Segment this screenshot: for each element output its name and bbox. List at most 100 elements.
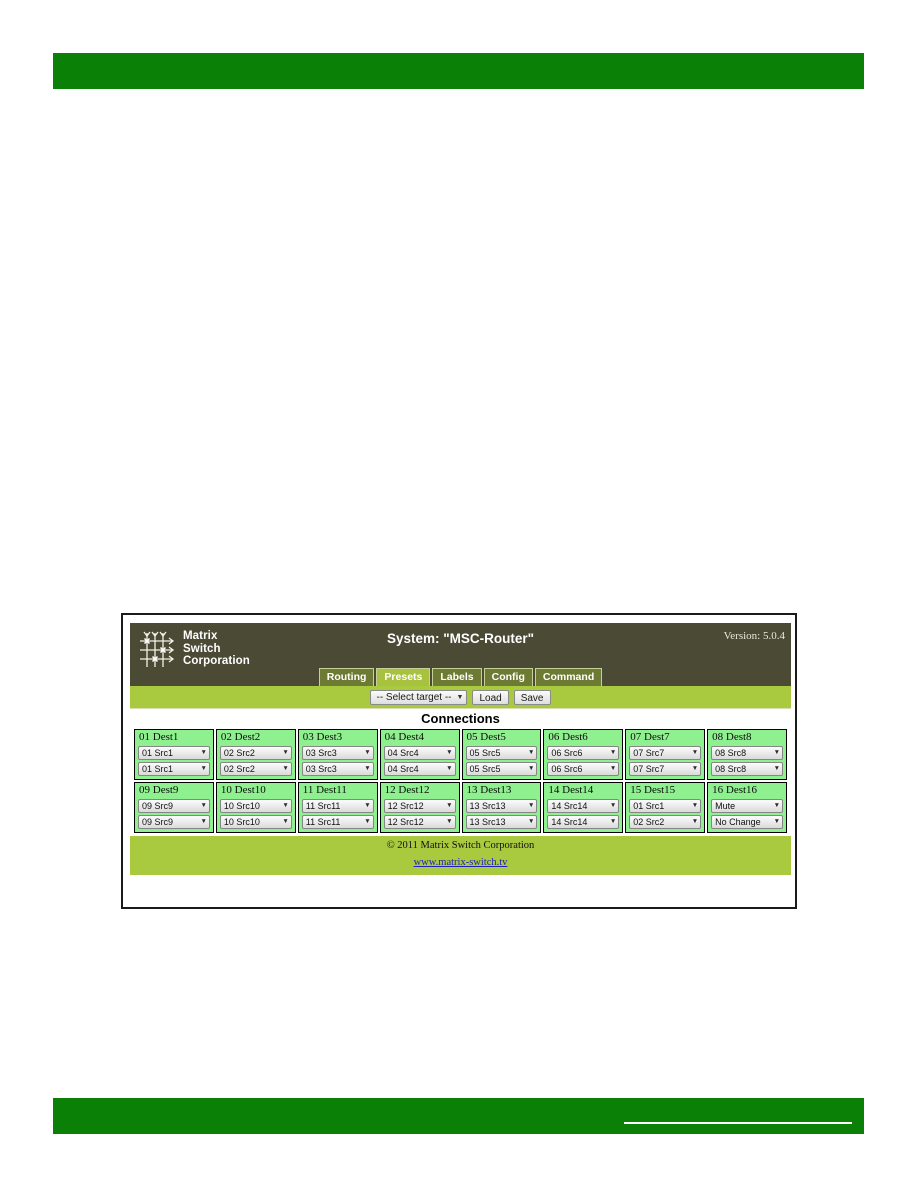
video-source-select[interactable]: 14 Src14 ▼ [547,799,620,813]
connections-grid: 01 Dest1 01 Src1 ▼ 01 Src1 ▼ 02 Dest2 02… [132,729,789,836]
presets-toolbar: -- Select target -- ▼ Load Save [130,686,791,709]
chevron-down-icon: ▼ [200,764,207,772]
video-source-select[interactable]: 01 Src1 ▼ [629,799,702,813]
audio-source-select[interactable]: 01 Src1 ▼ [138,762,210,776]
audio-source-value: 13 Src13 [469,817,506,827]
chevron-down-icon: ▼ [773,817,780,825]
audio-source-value: 02 Src2 [223,764,255,774]
connection-cell: 04 Dest4 04 Src4 ▼ 04 Src4 ▼ [379,729,460,780]
video-source-value: 05 Src5 [469,748,501,758]
tab-presets[interactable]: Presets [376,668,431,686]
video-source-value: 04 Src4 [387,748,419,758]
audio-source-select[interactable]: 02 Src2 ▼ [629,815,702,829]
connection-cell: 16 Dest16 Mute ▼ No Change ▼ [707,782,787,833]
audio-source-select[interactable]: 05 Src5 ▼ [465,762,538,776]
tab-command[interactable]: Command [534,668,603,686]
video-source-select[interactable]: 01 Src1 ▼ [138,746,210,760]
video-source-select[interactable]: Mute ▼ [711,799,783,813]
chevron-down-icon: ▼ [364,748,371,756]
video-source-select[interactable]: 07 Src7 ▼ [629,746,702,760]
chevron-down-icon: ▼ [691,801,699,809]
destination-label: 05 Dest5 [466,731,506,743]
target-select-value: -- Select target -- [376,691,452,703]
audio-source-select[interactable]: 13 Src13 ▼ [465,815,538,829]
connection-cell: 07 Dest7 07 Src7 ▼ 07 Src7 ▼ [625,729,706,780]
video-source-select[interactable]: 11 Src11 ▼ [301,799,374,813]
version-label: Version: 5.0.4 [723,630,785,642]
audio-source-select[interactable]: 08 Src8 ▼ [711,762,783,776]
tab-routing[interactable]: Routing [318,668,375,686]
video-source-select[interactable]: 08 Src8 ▼ [711,746,783,760]
destination-label: 06 Dest6 [548,731,588,743]
audio-source-select[interactable]: 06 Src6 ▼ [547,762,620,776]
system-title: System: "MSC-Router" [386,631,535,646]
destination-label: 15 Dest15 [630,784,676,796]
audio-source-select[interactable]: 09 Src9 ▼ [138,815,210,829]
audio-source-value: 01 Src1 [142,764,174,774]
destination-label: 09 Dest9 [139,784,179,796]
audio-source-select[interactable]: 11 Src11 ▼ [301,815,374,829]
save-button[interactable]: Save [513,689,551,705]
chevron-down-icon: ▼ [282,801,289,809]
video-source-select[interactable]: 04 Src4 ▼ [383,746,456,760]
video-source-select[interactable]: 02 Src2 ▼ [219,746,292,760]
audio-source-select[interactable]: 12 Src12 ▼ [383,815,456,829]
video-source-value: 11 Src11 [305,801,341,811]
chevron-down-icon: ▼ [282,817,289,825]
chevron-down-icon: ▼ [446,748,453,756]
chevron-down-icon: ▼ [773,764,780,772]
destination-label: 07 Dest7 [630,731,670,743]
audio-source-value: 11 Src11 [305,817,341,827]
video-source-select[interactable]: 03 Src3 ▼ [301,746,374,760]
destination-label: 02 Dest2 [220,731,261,743]
chevron-down-icon: ▼ [691,817,699,825]
screenshot-frame: Matrix Switch Corporation System: "MSC-R… [121,613,797,909]
audio-source-value: 05 Src5 [469,764,501,774]
destination-label: 16 Dest16 [712,784,758,796]
video-source-value: 12 Src12 [387,801,424,811]
video-source-value: 10 Src10 [223,801,260,811]
audio-source-select[interactable]: 03 Src3 ▼ [301,762,374,776]
chevron-down-icon: ▼ [691,764,699,772]
video-source-value: 03 Src3 [305,748,337,758]
audio-source-value: 09 Src9 [142,817,174,827]
audio-source-select[interactable]: 14 Src14 ▼ [547,815,620,829]
video-source-value: 02 Src2 [223,748,255,758]
video-source-select[interactable]: 06 Src6 ▼ [547,746,620,760]
target-select[interactable]: -- Select target -- ▼ [370,689,468,705]
audio-source-value: 14 Src14 [551,817,588,827]
video-source-select[interactable]: 09 Src9 ▼ [138,799,210,813]
audio-source-select[interactable]: 02 Src2 ▼ [219,762,292,776]
audio-source-select[interactable]: 10 Src10 ▼ [219,815,292,829]
connection-cell: 01 Dest1 01 Src1 ▼ 01 Src1 ▼ [134,729,214,780]
video-source-value: 01 Src1 [633,801,665,811]
audio-source-value: 12 Src12 [387,817,424,827]
chevron-down-icon: ▼ [200,748,207,756]
connections-panel: Connections 01 Dest1 01 Src1 ▼ 01 Src1 ▼… [130,709,791,836]
tab-config[interactable]: Config [483,668,533,686]
tab-labels[interactable]: Labels [432,668,482,686]
main-nav: Routing Presets Labels Config Command [130,668,791,686]
website-link[interactable]: www.matrix-switch.tv [414,857,508,868]
audio-source-select[interactable]: 07 Src7 ▼ [629,762,702,776]
load-button[interactable]: Load [472,689,509,705]
chevron-down-icon: ▼ [282,748,289,756]
audio-source-value: No Change [715,817,761,827]
video-source-select[interactable]: 05 Src5 ▼ [465,746,538,760]
video-source-value: 07 Src7 [633,748,665,758]
page-top-bar [53,53,864,89]
audio-source-select[interactable]: No Change ▼ [711,815,783,829]
video-source-select[interactable]: 13 Src13 ▼ [465,799,538,813]
audio-source-value: 03 Src3 [305,764,337,774]
video-source-select[interactable]: 12 Src12 ▼ [383,799,456,813]
chevron-down-icon: ▼ [527,748,535,756]
chevron-down-icon: ▼ [609,817,617,825]
chevron-down-icon: ▼ [200,817,207,825]
audio-source-value: 10 Src10 [223,817,260,827]
audio-source-select[interactable]: 04 Src4 ▼ [383,762,456,776]
connection-cell: 05 Dest5 05 Src5 ▼ 05 Src5 ▼ [461,729,542,780]
video-source-select[interactable]: 10 Src10 ▼ [219,799,292,813]
destination-label: 03 Dest3 [302,731,343,743]
chevron-down-icon: ▼ [527,817,535,825]
video-source-value: 09 Src9 [142,801,174,811]
